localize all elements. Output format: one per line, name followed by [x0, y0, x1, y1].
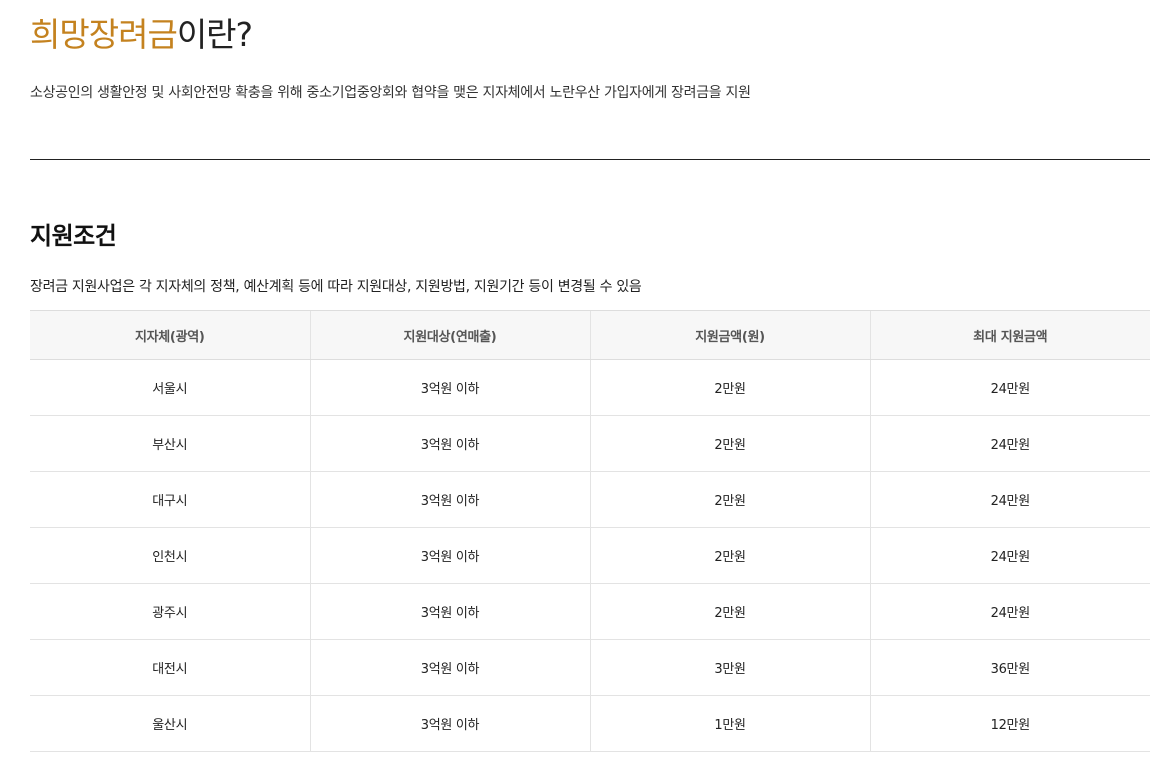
page: 희망장려금이란? 소상공인의 생활안정 및 사회안전망 확충을 위해 중소기업중…	[0, 0, 1151, 758]
cell-target: 3억원 이하	[309, 695, 590, 752]
cell-amount: 2만원	[589, 471, 870, 528]
page-title-rest: 이란?	[176, 15, 253, 54]
table-row: 울산시 3억원 이하 1만원 12만원	[30, 695, 1150, 752]
cell-max-amount: 12만원	[869, 695, 1150, 752]
page-title-accent: 희망장려금	[30, 15, 178, 54]
cell-target: 3억원 이하	[309, 359, 590, 416]
cell-region: 부산시	[30, 415, 310, 472]
section-divider	[30, 159, 1150, 160]
table-header-row: 지자체(광역) 지원대상(연매출) 지원금액(원) 최대 지원금액	[30, 310, 1150, 360]
column-header-amount: 지원금액(원)	[589, 310, 870, 360]
section-title: 지원조건	[30, 222, 117, 250]
column-header-max-amount: 최대 지원금액	[869, 310, 1150, 360]
intro-text: 소상공인의 생활안정 및 사회안전망 확충을 위해 중소기업중앙회와 협약을 맺…	[30, 85, 751, 101]
cell-max-amount: 24만원	[869, 583, 1150, 640]
table-row: 인천시 3억원 이하 2만원 24만원	[30, 527, 1150, 584]
page-title: 희망장려금이란?	[30, 14, 253, 56]
cell-amount: 2만원	[589, 527, 870, 584]
cell-region: 울산시	[30, 695, 310, 752]
cell-region: 대구시	[30, 471, 310, 528]
cell-target: 3억원 이하	[309, 527, 590, 584]
cell-target: 3억원 이하	[309, 471, 590, 528]
cell-region: 광주시	[30, 583, 310, 640]
column-header-target: 지원대상(연매출)	[309, 310, 590, 360]
cell-target: 3억원 이하	[309, 415, 590, 472]
section-description: 장려금 지원사업은 각 지자체의 정책, 예산계획 등에 따라 지원대상, 지원…	[30, 279, 642, 295]
cell-max-amount: 36만원	[869, 639, 1150, 696]
column-header-region: 지자체(광역)	[30, 310, 310, 360]
cell-region: 대전시	[30, 639, 310, 696]
cell-amount: 2만원	[589, 583, 870, 640]
table-row: 서울시 3억원 이하 2만원 24만원	[30, 359, 1150, 416]
cell-region: 서울시	[30, 359, 310, 416]
cell-amount: 3만원	[589, 639, 870, 696]
cell-amount: 2만원	[589, 415, 870, 472]
cell-amount: 2만원	[589, 359, 870, 416]
table-row: 대전시 3억원 이하 3만원 36만원	[30, 639, 1150, 696]
support-table: 지자체(광역) 지원대상(연매출) 지원금액(원) 최대 지원금액 서울시 3억…	[30, 310, 1150, 752]
table-row: 광주시 3억원 이하 2만원 24만원	[30, 583, 1150, 640]
cell-max-amount: 24만원	[869, 471, 1150, 528]
cell-amount: 1만원	[589, 695, 870, 752]
table-row: 부산시 3억원 이하 2만원 24만원	[30, 415, 1150, 472]
cell-max-amount: 24만원	[869, 359, 1150, 416]
table-row: 대구시 3억원 이하 2만원 24만원	[30, 471, 1150, 528]
cell-target: 3억원 이하	[309, 583, 590, 640]
cell-region: 인천시	[30, 527, 310, 584]
support-table-wrapper: 지자체(광역) 지원대상(연매출) 지원금액(원) 최대 지원금액 서울시 3억…	[30, 310, 1150, 752]
cell-max-amount: 24만원	[869, 527, 1150, 584]
cell-target: 3억원 이하	[309, 639, 590, 696]
cell-max-amount: 24만원	[869, 415, 1150, 472]
